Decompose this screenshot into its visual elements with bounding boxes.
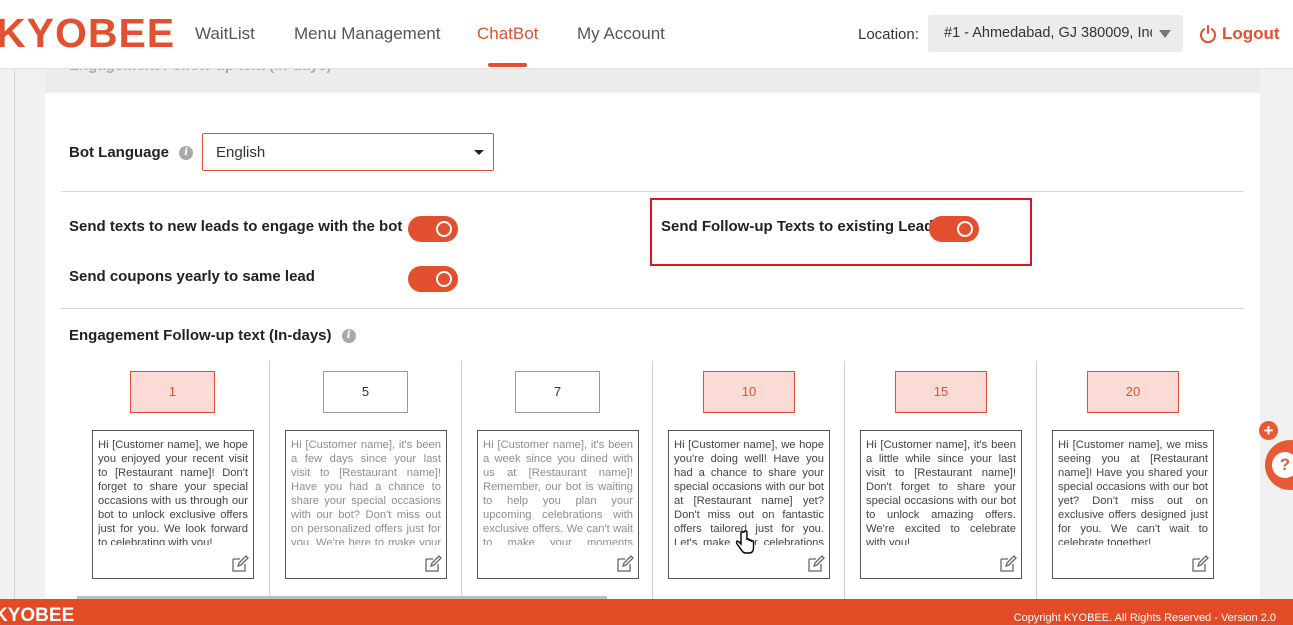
message-textarea[interactable]: Hi [Customer name], we hope you're doing… [668,430,830,579]
toggle-coupons[interactable] [408,266,458,292]
message-textarea[interactable]: Hi [Customer name], it's been a few days… [285,430,447,579]
message-textarea[interactable]: Hi [Customer name], we miss seeing you a… [1052,430,1214,579]
edit-icon[interactable] [231,555,249,573]
toggle-new-leads-label: Send texts to new leads to engage with t… [69,218,403,235]
nav-my-account[interactable]: My Account [577,24,665,44]
message-text: Hi [Customer name], it's been a week sin… [483,439,633,545]
day-input[interactable]: 1 [130,371,215,413]
logout-button[interactable]: Logout [1198,24,1280,44]
bot-language-value: English [216,144,266,161]
message-text: Hi [Customer name], we miss seeing you a… [1058,439,1208,545]
message-text: Hi [Customer name], we hope you're doing… [674,439,824,545]
toggle-new-leads[interactable] [408,216,458,242]
edit-icon[interactable] [1191,555,1209,573]
chevron-down-icon [1159,30,1171,38]
followup-column: 15 Hi [Customer name], it's been a littl… [845,361,1037,599]
followup-column: 7 Hi [Customer name], it's been a week s… [462,361,654,599]
bot-language-select[interactable]: English [202,133,494,171]
edit-icon[interactable] [807,555,825,573]
engagement-label: Engagement Follow-up text (In-days) i [69,327,356,344]
kyobee-logo[interactable]: KYOBEE [0,10,175,57]
toggle-knob [957,221,973,237]
panel-section-header: Engagement Follow-up text (In-days) [45,57,1260,93]
message-text: Hi [Customer name], it's been a few days… [291,439,441,545]
engagement-text: Engagement Follow-up text (In-days) [69,327,332,344]
day-input[interactable]: 15 [895,371,987,413]
nav-menu-management[interactable]: Menu Management [294,24,440,44]
message-textarea[interactable]: Hi [Customer name], we hope you enjoyed … [92,430,254,579]
edit-icon[interactable] [999,555,1017,573]
location-value: #1 - Ahmedabad, GJ 380009, India [944,25,1152,41]
help-chat-icon: ? [1272,452,1293,478]
message-textarea[interactable]: Hi [Customer name], it's been a week sin… [477,430,639,579]
plus-icon[interactable]: + [1259,421,1278,440]
page-footer: KYOBEE Copyright KYOBEE. All Rights Rese… [0,599,1293,625]
top-header: KYOBEE WaitList Menu Management ChatBot … [0,0,1293,69]
power-icon [1200,25,1216,43]
day-input[interactable]: 5 [323,371,408,413]
toggle-knob [436,271,452,287]
footer-logo: KYOBEE [0,605,75,625]
footer-copyright: Copyright KYOBEE. All Rights Reserved - … [1013,612,1276,624]
day-input[interactable]: 7 [515,371,600,413]
location-label: Location: [858,26,919,43]
toggle-followup[interactable] [929,216,979,242]
toggle-followup-label: Send Follow-up Texts to existing Leads [661,218,942,235]
logout-label: Logout [1222,24,1280,43]
day-input[interactable]: 20 [1087,371,1179,413]
page-edge [14,69,15,599]
followup-column: 20 Hi [Customer name], we miss seeing yo… [1037,361,1229,599]
info-icon[interactable]: i [341,329,356,344]
message-text: Hi [Customer name], it's been a little w… [866,439,1016,545]
chat-widget-button[interactable]: ? [1265,440,1293,490]
location-select[interactable]: #1 - Ahmedabad, GJ 380009, India [928,15,1183,52]
nav-waitlist[interactable]: WaitList [195,24,255,44]
bot-language-label: Bot Language i [69,144,194,161]
active-nav-underline [488,63,527,67]
divider [61,191,1244,192]
nav-chatbot[interactable]: ChatBot [477,24,538,44]
edit-icon[interactable] [616,555,634,573]
followup-column: 1 Hi [Customer name], we hope you enjoye… [77,361,269,599]
caret-down-icon [474,150,484,155]
message-text: Hi [Customer name], we hope you enjoyed … [98,439,248,545]
followup-column: 10 Hi [Customer name], we hope you're do… [653,361,845,599]
toggle-coupons-label: Send coupons yearly to same lead [69,268,315,285]
info-icon[interactable]: i [179,146,194,161]
day-input[interactable]: 10 [703,371,795,413]
message-textarea[interactable]: Hi [Customer name], it's been a little w… [860,430,1022,579]
edit-icon[interactable] [424,555,442,573]
divider [61,308,1244,309]
followup-column: 5 Hi [Customer name], it's been a few da… [270,361,462,599]
bot-language-text: Bot Language [69,144,169,161]
hand-cursor-icon [735,530,755,554]
toggle-knob [436,221,452,237]
